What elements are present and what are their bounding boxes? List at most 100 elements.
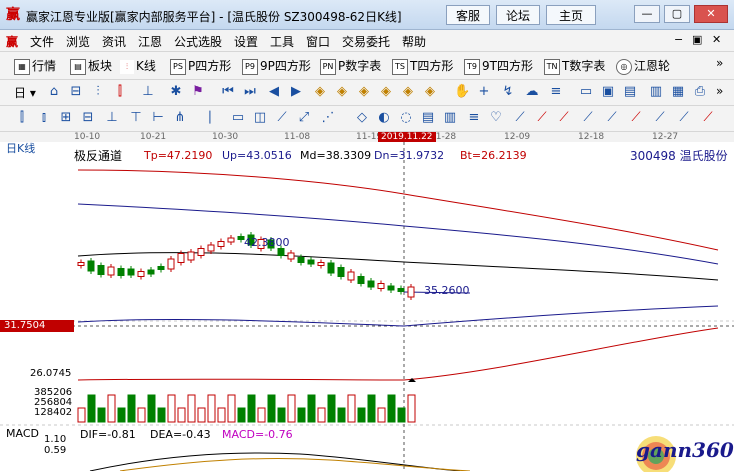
chart-tool-2-icon[interactable]: ⊟: [68, 84, 84, 100]
tb-9p-square[interactable]: P9 9P四方形: [242, 57, 311, 75]
candle: [117, 268, 125, 276]
chart-tool-6-icon[interactable]: ✱: [168, 84, 184, 100]
candle: [197, 248, 205, 256]
trend-icon[interactable]: ↯: [500, 84, 516, 100]
draw-tool-11-icon[interactable]: ◫: [252, 110, 268, 126]
candle: [397, 288, 405, 292]
menu-window[interactable]: 窗口: [306, 33, 330, 50]
draw-tool-4-icon[interactable]: ⊟: [80, 110, 96, 126]
calc-icon[interactable]: ▤: [622, 84, 638, 100]
draw-tool-12-icon[interactable]: ⟋: [274, 110, 290, 126]
tb-t-square[interactable]: TS T四方形: [392, 57, 453, 75]
book-icon[interactable]: ▦: [670, 84, 686, 100]
tb-t-table[interactable]: TN T数字表: [544, 57, 605, 75]
draw-tool-5-icon[interactable]: ⊥: [104, 110, 120, 126]
tb-gann-wheel[interactable]: ◎ 江恩轮: [616, 57, 670, 75]
tb-quote[interactable]: ▦ 行情: [14, 57, 56, 75]
draw-tool-24-icon[interactable]: ⟋: [556, 110, 572, 126]
customer-service-button[interactable]: 客服: [446, 5, 490, 25]
draw-tool-14-icon[interactable]: ⋰: [320, 110, 336, 126]
draw-tool-19-icon[interactable]: ▥: [442, 110, 458, 126]
menu-gann[interactable]: 江恩: [138, 33, 162, 50]
print-icon[interactable]: ⎙: [692, 84, 708, 100]
chart-tool-5-icon[interactable]: ⊥: [140, 84, 156, 100]
menu-browse[interactable]: 浏览: [66, 33, 90, 50]
tb-9t-square[interactable]: T9 9T四方形: [464, 57, 533, 75]
draw-tool-26-icon[interactable]: ⟋: [604, 110, 620, 126]
minimize-icon[interactable]: —: [634, 5, 660, 23]
move-right-icon[interactable]: ◈: [422, 84, 438, 100]
candle: [127, 268, 135, 276]
tb-p-square[interactable]: PS P四方形: [170, 57, 231, 75]
macd-axis-tick: 1.10: [44, 434, 67, 445]
save-icon[interactable]: ▣: [600, 84, 616, 100]
menu-restore-icon[interactable]: ▣: [692, 33, 702, 46]
menu-settings[interactable]: 设置: [234, 33, 258, 50]
forum-button[interactable]: 论坛: [496, 5, 540, 25]
tb-kline[interactable]: ⫶ K线: [120, 57, 156, 74]
candle: [77, 262, 85, 266]
maximize-icon[interactable]: ▢: [664, 5, 690, 23]
crosshair-icon[interactable]: +: [476, 84, 492, 100]
draw-tool-25-icon[interactable]: ⟋: [580, 110, 596, 126]
draw-tool-10-icon[interactable]: ▭: [230, 110, 246, 126]
move-left-icon[interactable]: ◈: [400, 84, 416, 100]
toolbar-more-icon[interactable]: »: [716, 56, 723, 70]
hand-icon[interactable]: ✋: [454, 84, 470, 100]
draw-tool-30-icon[interactable]: ⟋: [700, 110, 716, 126]
first-icon[interactable]: ⏮: [220, 84, 236, 100]
menu-help[interactable]: 帮助: [402, 33, 426, 50]
draw-tool-2-icon[interactable]: ⫾: [36, 110, 52, 126]
doc-icon[interactable]: ≡: [548, 84, 564, 100]
up-value: Up=43.0516: [222, 149, 292, 162]
bag-icon[interactable]: ▥: [648, 84, 664, 100]
draw-tool-23-icon[interactable]: ⟋: [534, 110, 550, 126]
draw-tool-9-icon[interactable]: ⎸: [208, 110, 224, 126]
menu-tools[interactable]: 工具: [270, 33, 294, 50]
draw-tool-3-icon[interactable]: ⊞: [58, 110, 74, 126]
toolbar2-more-icon[interactable]: »: [716, 84, 723, 98]
next-icon[interactable]: ▶: [288, 84, 304, 100]
zoom-in-icon[interactable]: ◈: [312, 84, 328, 100]
draw-tool-20-icon[interactable]: ≡: [466, 110, 482, 126]
draw-tool-8-icon[interactable]: ⋔: [172, 110, 188, 126]
candle: [307, 259, 315, 265]
draw-tool-1-icon[interactable]: ⫿: [14, 110, 30, 126]
menu-info[interactable]: 资讯: [102, 33, 126, 50]
draw-tool-22-icon[interactable]: ⟋: [512, 110, 528, 126]
last-icon[interactable]: ⏭: [242, 84, 258, 100]
chart-tool-1-icon[interactable]: ⌂: [46, 84, 62, 100]
draw-tool-17-icon[interactable]: ◌: [398, 110, 414, 126]
draw-tool-7-icon[interactable]: ⊢: [150, 110, 166, 126]
draw-tool-13-icon[interactable]: ⤢: [296, 110, 312, 126]
menu-min-icon[interactable]: −: [674, 33, 683, 46]
tb-p-table[interactable]: PN P数字表: [320, 57, 381, 75]
draw-tool-28-icon[interactable]: ⟋: [652, 110, 668, 126]
chart-area[interactable]: 10-10 10-21 10-30 11-08 11-19 11-28 12-0…: [0, 132, 734, 475]
draw-tool-16-icon[interactable]: ◐: [376, 110, 392, 126]
cloud-icon[interactable]: ☁: [524, 84, 540, 100]
draw-tool-29-icon[interactable]: ⟋: [676, 110, 692, 126]
tb-sector[interactable]: ▤ 板块: [70, 57, 112, 75]
flag-icon[interactable]: ⚑: [190, 84, 206, 100]
prev-icon[interactable]: ◀: [266, 84, 282, 100]
chart-tool-4-icon[interactable]: ⫿: [112, 84, 128, 100]
draw-tool-21-icon[interactable]: ♡: [488, 110, 504, 126]
chart-tool-3-icon[interactable]: ⫶: [90, 84, 106, 100]
period-select[interactable]: 日 ▾: [14, 84, 36, 101]
move-down-icon[interactable]: ◈: [378, 84, 394, 100]
zoom-out-icon[interactable]: ◈: [334, 84, 350, 100]
draw-tool-15-icon[interactable]: ◇: [354, 110, 370, 126]
candle: [187, 251, 195, 261]
draw-tool-6-icon[interactable]: ⊤: [128, 110, 144, 126]
draw-tool-18-icon[interactable]: ▤: [420, 110, 436, 126]
close-icon[interactable]: ✕: [694, 5, 728, 23]
screen-icon[interactable]: ▭: [578, 84, 594, 100]
menu-close-icon[interactable]: ✕: [712, 33, 721, 46]
move-up-icon[interactable]: ◈: [356, 84, 372, 100]
menu-file[interactable]: 文件: [30, 33, 54, 50]
menu-trade[interactable]: 交易委托: [342, 33, 390, 50]
home-button[interactable]: 主页: [546, 5, 596, 25]
menu-formula[interactable]: 公式选股: [174, 33, 222, 50]
draw-tool-27-icon[interactable]: ⟋: [628, 110, 644, 126]
